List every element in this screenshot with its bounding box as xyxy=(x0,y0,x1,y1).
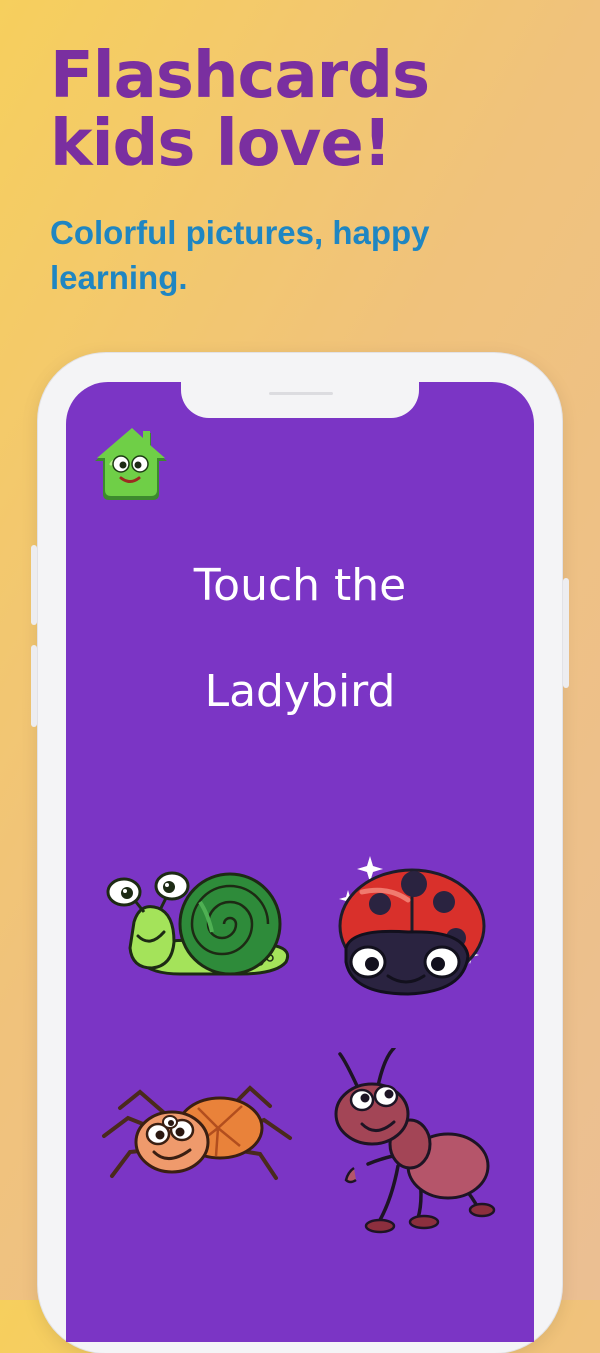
speaker-grille xyxy=(269,392,333,395)
spider-icon xyxy=(102,1085,292,1180)
subheadline-line-2: learning. xyxy=(50,259,188,296)
card-snail[interactable] xyxy=(100,862,296,990)
ant-icon xyxy=(334,1046,496,1234)
phone-side-button-left-2 xyxy=(31,645,37,727)
phone-side-button-right xyxy=(563,578,569,688)
house-icon xyxy=(95,428,167,500)
prompt-line-2: Ladybird xyxy=(204,666,396,717)
home-button[interactable] xyxy=(93,424,171,504)
app-screen: Touch the Ladybird xyxy=(66,382,534,1342)
snail-icon xyxy=(106,871,290,976)
phone-notch xyxy=(181,382,419,418)
headline-line-1: Flashcards xyxy=(50,39,430,113)
prompt-line-1: Touch the xyxy=(193,560,407,611)
headline: Flashcards kids love! xyxy=(50,39,430,181)
subheadline-line-1: Colorful pictures, happy xyxy=(50,214,430,251)
card-spider[interactable] xyxy=(100,1078,296,1186)
ladybird-icon xyxy=(338,856,486,996)
card-ant[interactable] xyxy=(328,1046,498,1238)
subheadline: Colorful pictures, happy learning. xyxy=(50,210,520,300)
headline-line-2: kids love! xyxy=(50,107,392,181)
card-ladybird[interactable] xyxy=(328,852,488,1006)
phone-side-button-left-1 xyxy=(31,545,37,625)
